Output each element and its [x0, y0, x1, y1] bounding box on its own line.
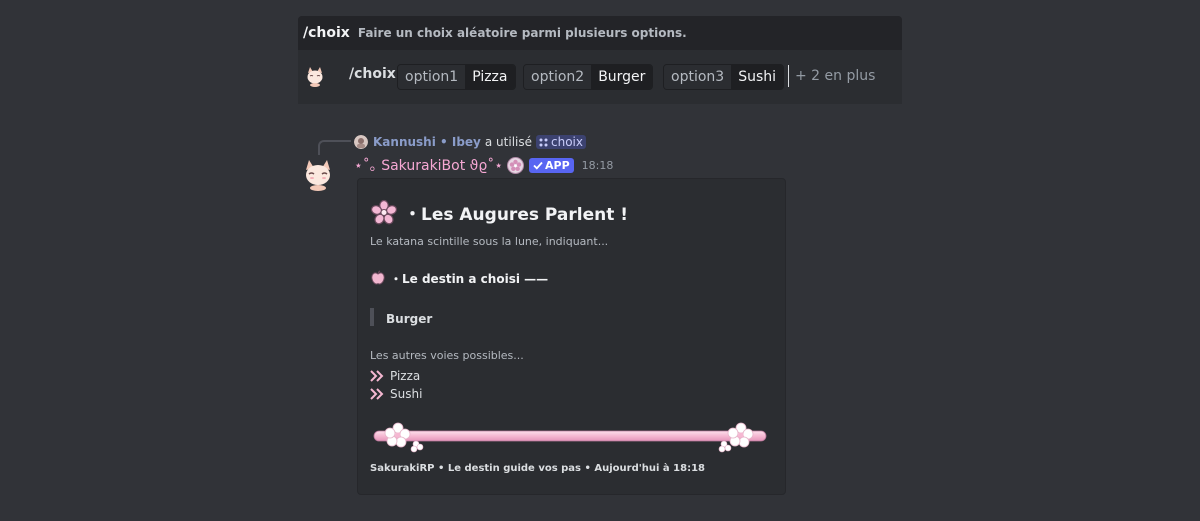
command-icon: [539, 138, 548, 146]
command-chip-label: choix: [551, 135, 583, 149]
other-option: Sushi: [390, 387, 423, 401]
reply-username[interactable]: Kannushi • Ibey: [373, 135, 481, 149]
option3-pill[interactable]: option3 Sushi: [663, 64, 785, 90]
option-name: option3: [664, 65, 732, 89]
text-caret: [788, 65, 789, 87]
list-item: Pizza: [370, 367, 422, 385]
double-chevron-icon: [370, 388, 384, 400]
bot-avatar-icon: [307, 67, 323, 87]
option-value: Burger: [591, 65, 653, 89]
embed-title-row: ・Les Augures Parlent !: [370, 199, 628, 225]
command-description: Faire un choix aléatoire parmi plusieurs…: [357, 26, 687, 40]
embed-description: Le katana scintille sous la lune, indiqu…: [370, 235, 609, 248]
list-item: Sushi: [370, 385, 422, 403]
reply-used-text: a utilisé: [484, 135, 532, 149]
command-input-text: /choix: [349, 66, 396, 82]
message-timestamp[interactable]: 18:18: [582, 159, 614, 172]
command-autocomplete-panel: /choix Faire un choix aléatoire parmi pl…: [298, 16, 902, 104]
sakura-flower-icon: [370, 199, 398, 225]
sakura-badge-icon: [507, 156, 524, 174]
others-heading: Les autres voies possibles...: [370, 349, 524, 362]
apple-icon: [371, 270, 385, 285]
verified-check-icon: [533, 161, 543, 170]
app-badge-label: APP: [545, 158, 570, 172]
user-avatar-icon: [354, 135, 368, 149]
destiny-heading: ・Le destin a choisi ——: [390, 271, 549, 286]
option2-pill[interactable]: option2 Burger: [523, 64, 654, 90]
more-options-label[interactable]: + 2 en plus: [795, 68, 875, 84]
sakura-divider-image[interactable]: [372, 419, 768, 453]
command-input-row[interactable]: /choix option1 Pizza option2 Burger opti…: [298, 50, 902, 104]
chosen-option: Burger: [386, 312, 433, 326]
reply-connector: [318, 140, 351, 155]
command-chip[interactable]: choix: [536, 135, 586, 149]
bot-username[interactable]: ⋆˚｡ SakurakiBot ϑϱ˚⋆: [354, 155, 503, 175]
others-list: Pizza Sushi: [370, 367, 422, 403]
option1-pill[interactable]: option1 Pizza: [397, 64, 516, 90]
double-chevron-icon: [370, 370, 384, 382]
option-name: option2: [524, 65, 592, 89]
message-embed: ・Les Augures Parlent ! Le katana scintil…: [357, 178, 786, 495]
chosen-blockquote: Burger: [370, 308, 432, 326]
interaction-reply-header[interactable]: Kannushi • Ibey a utilisé choix: [354, 133, 586, 151]
command-suggestion[interactable]: /choix Faire un choix aléatoire parmi pl…: [298, 16, 902, 50]
embed-title: ・Les Augures Parlent !: [404, 204, 628, 225]
app-badge: APP: [529, 157, 574, 173]
destiny-heading-row: ・Le destin a choisi ——: [370, 269, 548, 287]
option-name: option1: [398, 65, 466, 89]
command-name: /choix: [303, 25, 350, 41]
embed-footer: SakurakiRP • Le destin guide vos pas • A…: [370, 463, 705, 474]
option-value: Sushi: [731, 65, 784, 89]
other-option: Pizza: [390, 369, 421, 383]
bot-avatar-icon[interactable]: [300, 156, 336, 192]
option-value: Pizza: [465, 65, 515, 89]
message-author-line: ⋆˚｡ SakurakiBot ϑϱ˚⋆ APP 18:18: [354, 156, 613, 174]
